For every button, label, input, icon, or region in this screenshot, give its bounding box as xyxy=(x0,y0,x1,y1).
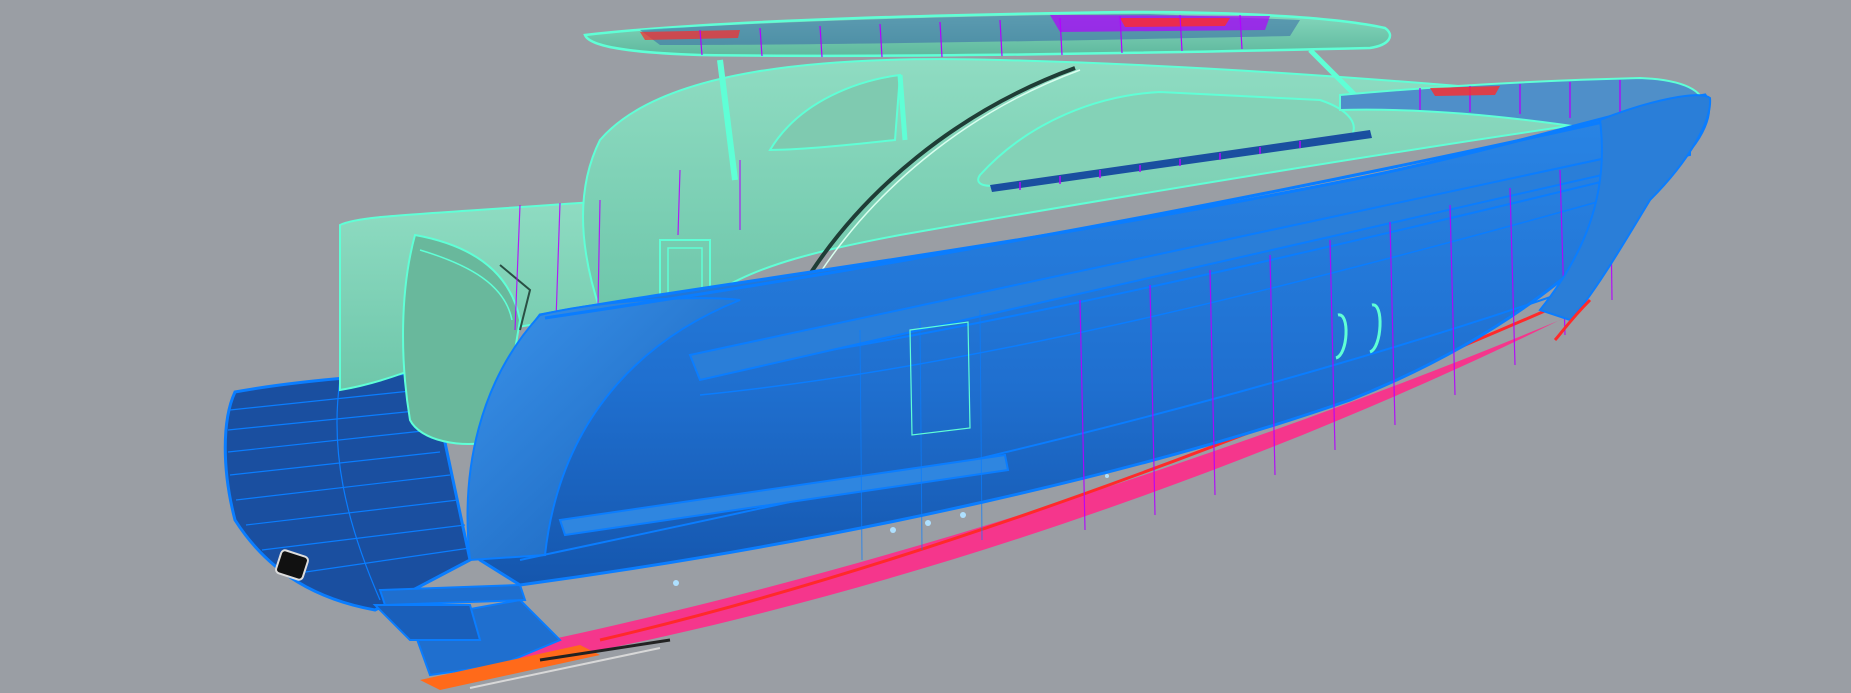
hull-fitting xyxy=(673,580,679,586)
hull-fitting xyxy=(890,527,896,533)
hull-fitting xyxy=(1105,474,1109,478)
hull-fitting xyxy=(960,512,966,518)
hull-fitting xyxy=(925,520,931,526)
yacht-model-render xyxy=(223,10,1712,690)
3d-viewport[interactable] xyxy=(0,0,1851,693)
